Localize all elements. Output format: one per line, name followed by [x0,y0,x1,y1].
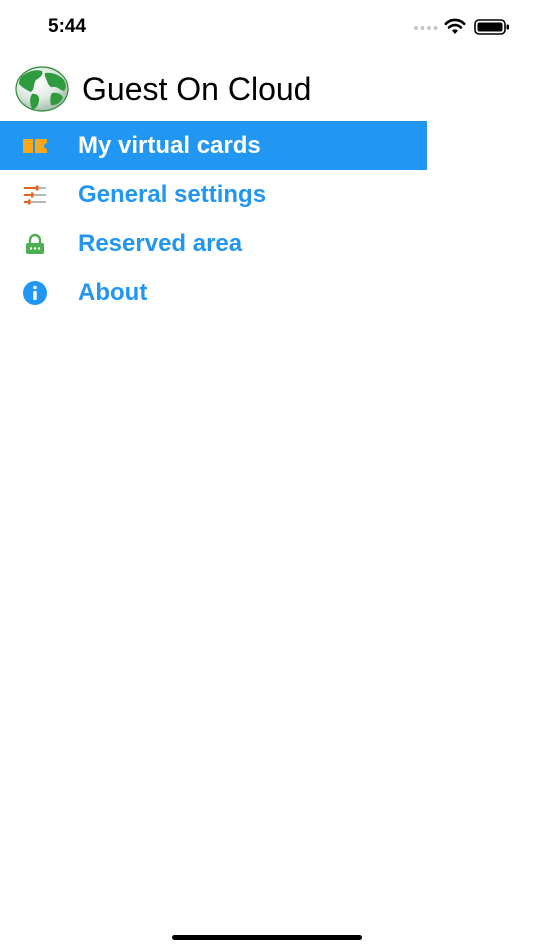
menu-item-reserved-area[interactable]: Reserved area [0,219,427,268]
menu-item-label: My virtual cards [78,131,261,159]
app-header: Guest On Cloud [0,64,534,114]
wifi-icon [444,18,466,34]
menu-item-my-virtual-cards[interactable]: My virtual cards [0,121,427,170]
home-indicator[interactable] [172,935,362,940]
app-title: Guest On Cloud [82,71,312,107]
sliders-icon [22,183,48,207]
screen: 5:44 Guest On Cloud My virtual cards Gen… [0,0,534,950]
menu-item-label: General settings [78,180,267,208]
signal-dots-icon [414,26,438,30]
menu-item-general-settings[interactable]: General settings [0,170,427,219]
menu-item-label: Reserved area [78,229,243,257]
status-time: 5:44 [48,16,87,37]
nav-menu: My virtual cards General settings Reserv… [0,121,427,317]
battery-icon [474,19,509,35]
menu-item-label: About [78,278,148,306]
info-icon [22,280,48,305]
menu-item-about[interactable]: About [0,268,427,317]
globe-icon [15,66,69,112]
lock-icon [22,232,48,256]
status-bar: 5:44 [0,0,534,56]
ticket-icon [22,134,48,158]
